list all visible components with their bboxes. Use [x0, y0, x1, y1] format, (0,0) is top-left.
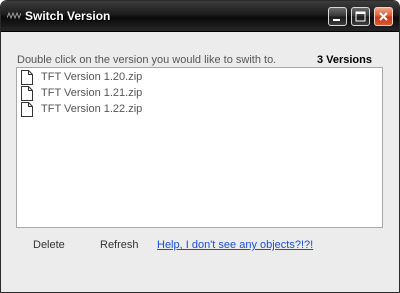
delete-button[interactable]: Delete [33, 239, 65, 251]
close-icon [379, 12, 388, 21]
list-item-label: TFT Version 1.21.zip [41, 87, 143, 99]
version-count: 3 Versions [316, 54, 372, 66]
minimize-icon [333, 19, 340, 21]
maximize-icon [355, 11, 366, 22]
list-item[interactable]: TFT Version 1.22.zip [20, 102, 320, 117]
switch-version-window: Switch Version Double click on the versi… [0, 0, 400, 293]
app-icon [7, 12, 21, 20]
close-button[interactable] [374, 7, 393, 26]
refresh-button[interactable]: Refresh [100, 239, 139, 251]
help-link[interactable]: Help, I don't see any objects?!?! [157, 239, 313, 251]
title-bar[interactable]: Switch Version [1, 1, 399, 32]
version-list[interactable]: TFT Version 1.20.zip TFT Version 1.21.zi… [16, 67, 383, 228]
list-item[interactable]: TFT Version 1.21.zip [20, 86, 320, 101]
file-icon [21, 70, 33, 85]
file-icon [21, 102, 33, 117]
file-icon [21, 86, 33, 101]
window-title: Switch Version [25, 9, 111, 23]
list-item-label: TFT Version 1.20.zip [41, 71, 143, 83]
list-item[interactable]: TFT Version 1.20.zip [20, 70, 320, 85]
minimize-button[interactable] [328, 7, 347, 26]
maximize-button[interactable] [351, 7, 370, 26]
list-item-label: TFT Version 1.22.zip [41, 103, 143, 115]
instruction-text: Double click on the version you would li… [17, 54, 277, 66]
